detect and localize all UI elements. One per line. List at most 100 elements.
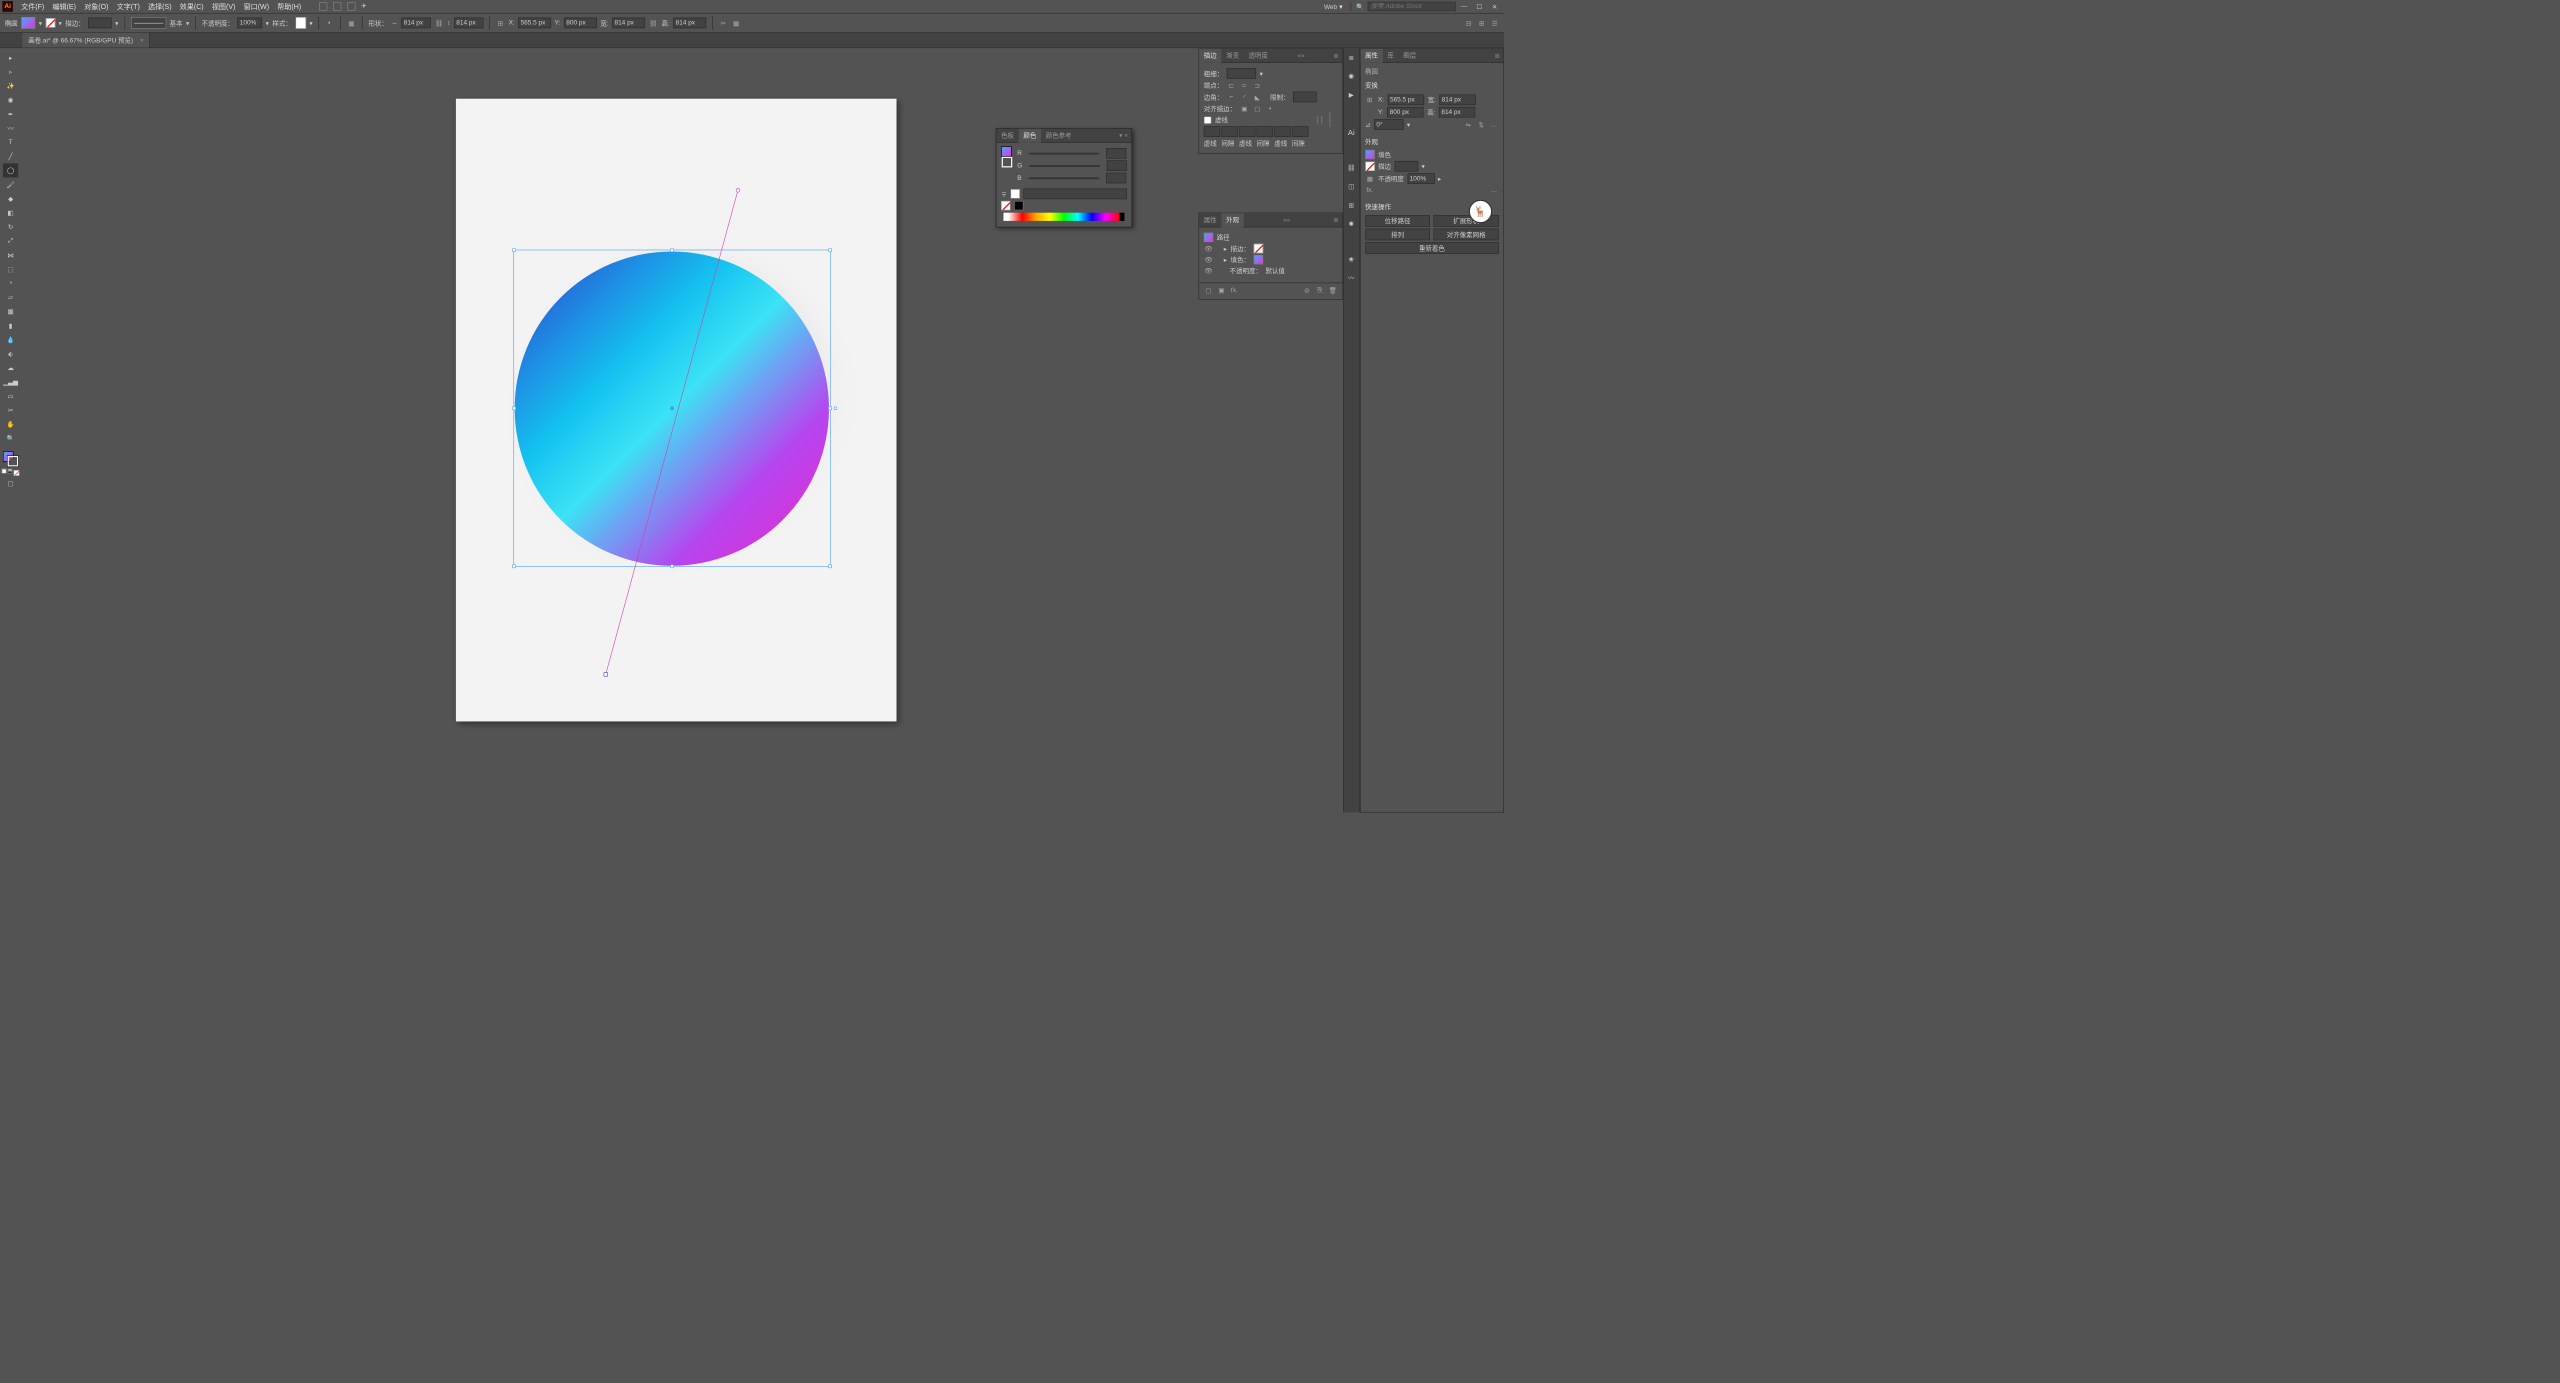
rotate-tool[interactable]: ↻ (3, 220, 18, 234)
color-panel[interactable]: 色板 颜色 颜色参考 ▾ × R G B 〒 (996, 128, 1132, 227)
clear-icon[interactable]: ⊘ (1302, 286, 1311, 295)
symbol-dock-icon[interactable]: ❀ (1346, 254, 1357, 265)
transform-dock-icon[interactable]: ⊞ (1346, 200, 1357, 211)
shape-h-input[interactable] (454, 18, 483, 29)
fill-stroke-indicator[interactable] (3, 451, 18, 466)
fx-icon[interactable]: fx. (1365, 186, 1374, 195)
miter-limit-input[interactable] (1293, 92, 1317, 103)
perspective-tool[interactable]: ▱ (3, 290, 18, 304)
eraser-tool[interactable]: ◧ (3, 206, 18, 220)
align-outside-icon[interactable]: ▪ (1265, 104, 1274, 113)
artboard[interactable] (456, 99, 897, 722)
spectrum-bar[interactable] (1003, 213, 1124, 221)
offset-path-button[interactable]: 位移路径 (1365, 215, 1430, 227)
color-none-icon[interactable] (1001, 201, 1010, 210)
eye2-icon[interactable]: 👁 (1204, 255, 1213, 264)
panel-collapse2-icon[interactable]: »» (1280, 216, 1294, 223)
tab-right-layers[interactable]: 图层 (1399, 48, 1421, 62)
x-input[interactable] (518, 18, 551, 29)
right-stroke-swatch[interactable] (1365, 162, 1374, 171)
panel-collapse-icon[interactable]: «« (1294, 52, 1308, 59)
tab-right-libraries[interactable]: 库 (1383, 48, 1399, 62)
gradient-tool[interactable]: ▮ (3, 318, 18, 332)
scale-tool[interactable]: ⤢ (3, 234, 18, 248)
panel-menu3-icon[interactable]: ≣ (1491, 52, 1503, 60)
more-appearance-icon[interactable]: … (1489, 186, 1498, 195)
link-wh-icon[interactable]: ⛓ (434, 18, 443, 27)
color-mode-icon[interactable] (2, 469, 7, 474)
gradient-mode-icon[interactable] (8, 469, 13, 474)
pixel-align-button[interactable]: 对齐像素网格 (1434, 229, 1499, 241)
stroke-weight-input[interactable] (88, 18, 112, 29)
g-input[interactable] (1107, 160, 1127, 171)
dashed-checkbox[interactable] (1204, 116, 1212, 124)
gear-dock-icon[interactable]: ✺ (1346, 219, 1357, 230)
tab-colorguide[interactable]: 颜色参考 (1041, 128, 1076, 142)
prop-y-input[interactable] (1387, 107, 1423, 118)
color-black-icon[interactable] (1014, 201, 1023, 210)
gap2-input[interactable] (1257, 126, 1273, 137)
dock-menu-icon[interactable]: ≣ (1346, 52, 1357, 63)
align-center-icon[interactable]: ▣ (1240, 104, 1249, 113)
blend-tool[interactable]: ⬖ (3, 347, 18, 361)
gap3-input[interactable] (1292, 126, 1308, 137)
r-input[interactable] (1106, 148, 1126, 159)
cap-project-icon[interactable]: ⊐ (1253, 80, 1262, 89)
stroke-swatch[interactable] (46, 18, 55, 27)
menu-help[interactable]: 帮助(H) (274, 0, 305, 13)
ctrl-menu2-icon[interactable]: ⊞ (1477, 18, 1486, 27)
maximize-icon[interactable]: ☐ (1475, 2, 1484, 11)
tab-stroke[interactable]: 描边 (1199, 48, 1221, 62)
magic-wand-tool[interactable]: ✨ (3, 79, 18, 93)
pixel-icon[interactable]: ▦ (731, 18, 740, 27)
recolor-icon[interactable]: ◐ (325, 18, 334, 27)
appearance-opacity-value[interactable]: 默认值 (1265, 266, 1284, 275)
link-dock-icon[interactable]: ⛓ (1346, 162, 1357, 173)
curvature-tool[interactable]: 〰 (3, 121, 18, 135)
arrange-icon[interactable] (347, 2, 355, 10)
opacity-input[interactable] (237, 18, 262, 29)
menu-edit[interactable]: 编辑(E) (49, 0, 80, 13)
join-bevel-icon[interactable]: ◣ (1253, 92, 1262, 101)
type-tool[interactable]: T (3, 135, 18, 149)
join-miter-icon[interactable]: ⌐ (1227, 92, 1236, 101)
eyedropper-tool[interactable]: 💧 (3, 333, 18, 347)
st-icon[interactable] (333, 2, 341, 10)
panel-menu-icon[interactable]: ≣ (1330, 52, 1342, 60)
dash1-input[interactable] (1204, 126, 1220, 137)
tab-color[interactable]: 颜色 (1019, 128, 1041, 142)
shaper-tool[interactable]: ◆ (3, 192, 18, 206)
recolor-button[interactable]: 重新着色 (1365, 242, 1499, 254)
right-stroke-weight-input[interactable] (1394, 161, 1418, 172)
color-stroke-indicator[interactable] (1002, 157, 1013, 168)
pen-tool[interactable]: ✒ (3, 107, 18, 121)
menu-effect[interactable]: 效果(C) (176, 0, 207, 13)
close-icon[interactable]: ✕ (1490, 2, 1499, 11)
h-input[interactable] (673, 18, 706, 29)
flip-h-icon[interactable]: ⇋ (1463, 120, 1472, 129)
add-fill-icon[interactable]: ▣ (1217, 286, 1226, 295)
ref-point-icon[interactable]: ⊞ (1365, 95, 1374, 104)
menu-select[interactable]: 选择(S) (145, 0, 176, 13)
dash-align1-icon[interactable]: ┊┊ (1315, 115, 1324, 124)
char-dock-icon[interactable]: Ai (1346, 127, 1357, 138)
isolate-icon[interactable]: ✂ (719, 18, 728, 27)
minimize-icon[interactable]: — (1459, 2, 1468, 11)
cap-butt-icon[interactable]: ⊏ (1227, 80, 1236, 89)
selection-tool[interactable]: ▸ (3, 51, 18, 65)
document-tab[interactable]: 画卷.ai* @ 66.67% (RGB/GPU 预览) × (22, 33, 150, 48)
eye3-icon[interactable]: 👁 (1204, 266, 1213, 275)
stroke-profile[interactable] (131, 17, 166, 29)
prop-angle-input[interactable] (1374, 119, 1403, 130)
hex-input[interactable] (1023, 189, 1126, 200)
stock-search-input[interactable] (1368, 2, 1456, 11)
menu-type[interactable]: 文字(T) (113, 0, 143, 13)
tab-close-icon[interactable]: × (140, 37, 144, 44)
ctrl-menu3-icon[interactable]: ☰ (1490, 18, 1499, 27)
delete-icon[interactable]: 🗑 (1328, 286, 1337, 295)
panel-close-icon[interactable]: ▾ × (1116, 132, 1132, 140)
transform-icon[interactable]: ⊞ (496, 18, 505, 27)
style-swatch[interactable] (295, 17, 306, 29)
prop-x-input[interactable] (1388, 95, 1424, 106)
align-inside-icon[interactable]: ▢ (1253, 104, 1262, 113)
